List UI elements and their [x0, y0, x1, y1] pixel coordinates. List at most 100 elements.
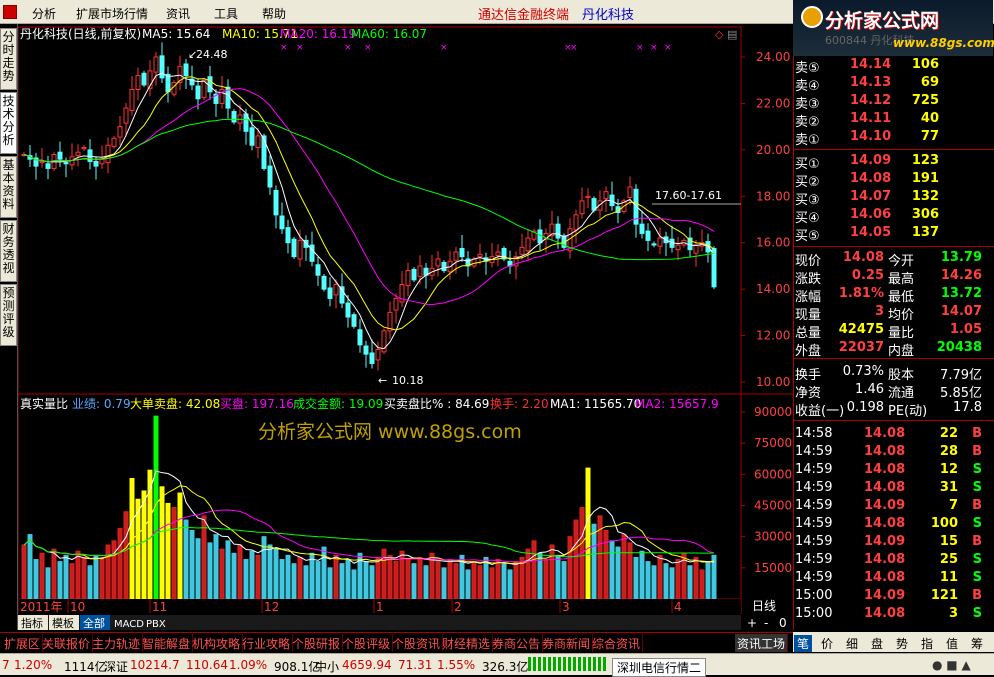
tick-row: 14:59 14.09 15 B — [794, 534, 994, 551]
tick-price: 14.08 — [864, 444, 906, 459]
sell-row-4[interactable]: 卖④ 14.13 69 — [794, 75, 994, 94]
quote-label: 内盘 — [888, 344, 915, 359]
vol-title: 真实量比 — [20, 396, 68, 411]
buy-row-5[interactable]: 买⑤ 14.05 137 — [794, 225, 994, 244]
bottom-tab-1[interactable]: 关联报价 — [40, 634, 94, 652]
menu-item-analysis[interactable]: 分析 — [32, 5, 56, 22]
candle-body — [315, 264, 321, 276]
candle-body — [693, 244, 699, 254]
bottom-tab-9[interactable]: 财经精选 — [440, 634, 494, 652]
fund-value: 0.198 — [846, 400, 884, 415]
bottom-tab-6[interactable]: 个股研报 — [290, 634, 344, 652]
period-label[interactable]: 日线 — [752, 599, 776, 613]
candle-body — [249, 127, 255, 146]
range-annotation: 17.60-17.61 — [655, 189, 722, 202]
tick-side: S — [972, 570, 982, 585]
tab-detail[interactable]: 细 — [846, 635, 858, 652]
tick-time: 15:00 — [795, 588, 833, 603]
fund-label: 股本 — [888, 368, 915, 383]
sell-row-3[interactable]: 卖③ 14.12 725 — [794, 93, 994, 112]
buy-row-2[interactable]: 买② 14.08 191 — [794, 171, 994, 190]
buy-row-1[interactable]: 买① 14.09 123 — [794, 153, 994, 172]
tick-side: S — [972, 462, 982, 477]
volume-bar — [531, 540, 537, 600]
bottom-tab-0[interactable]: 扩展区 — [2, 634, 44, 652]
quote-label: 今开 — [888, 254, 915, 269]
zoom-in-button[interactable]: + — [747, 616, 757, 630]
sub-tab-pbx[interactable]: PBX — [146, 619, 166, 630]
candle-body — [39, 160, 45, 164]
candle-body — [651, 243, 657, 246]
buy-row-4[interactable]: 买④ 14.06 306 — [794, 207, 994, 226]
volume-bar — [81, 556, 87, 600]
close-icon[interactable]: ◇ — [715, 28, 724, 41]
menu-item-help[interactable]: 帮助 — [262, 5, 286, 22]
volume-bar — [93, 554, 99, 600]
kline-chart[interactable]: 24.00 22.00 20.00 18.00 16.00 14.00 12.00 10.00… — [18, 24, 793, 630]
tab-trades[interactable]: 笔 — [794, 635, 813, 652]
volume-bar — [201, 515, 207, 600]
bottom-tab-13[interactable]: 资讯工场 — [735, 634, 789, 652]
volume-bar — [693, 556, 699, 600]
tab-intraday[interactable]: 分时走势 — [0, 28, 17, 90]
tick-price: 14.08 — [864, 606, 906, 621]
signal-marker: × — [440, 43, 448, 53]
tab-financials[interactable]: 财务透视 — [0, 220, 17, 282]
fund-label: 收益(一) — [795, 404, 845, 419]
volume-bar — [345, 559, 351, 600]
price-tick-label: 22.00 — [756, 96, 790, 110]
bottom-tab-11[interactable]: 券商新闻 — [540, 634, 594, 652]
menu-item-news[interactable]: 资讯 — [166, 5, 190, 22]
sell-row-2[interactable]: 卖② 14.11 40 — [794, 111, 994, 130]
bottom-tab-7[interactable]: 个股评级 — [340, 634, 394, 652]
menu-item-tools[interactable]: 工具 — [214, 5, 238, 22]
menu-item-ext-market[interactable]: 扩展市场行情 — [76, 5, 148, 22]
candle-body — [639, 223, 645, 234]
bottom-tab-4[interactable]: 机构攻略 — [190, 634, 244, 652]
ma20-label: MA20: 16.19 — [280, 27, 356, 41]
bottom-tab-10[interactable]: 券商公告 — [490, 634, 544, 652]
sell-row-1[interactable]: 卖① 14.10 77 — [794, 129, 994, 148]
sub-tab-bar: 指标 模板 全部 MACD PBX + - 0 — [18, 615, 787, 630]
sub-tab-macd[interactable]: MACD — [114, 619, 144, 630]
status-server[interactable]: 深圳电信行情二 — [612, 658, 707, 677]
logo-badge-icon — [801, 6, 823, 28]
volume-bar — [375, 556, 381, 600]
sell-volume: 106 — [911, 57, 939, 72]
sell-row-5[interactable]: 卖⑤ 14.14 106 — [794, 57, 994, 76]
volume-bar — [453, 563, 459, 600]
tab-price[interactable]: 价 — [821, 635, 833, 652]
bottom-tab-8[interactable]: 个股资讯 — [390, 634, 444, 652]
price-tick-label: 14.00 — [756, 282, 790, 296]
quote-label: 外盘 — [795, 344, 822, 359]
bottom-tab-12[interactable]: 综合资讯 — [590, 634, 644, 652]
bottom-tab-5[interactable]: 行业攻略 — [240, 634, 294, 652]
bottom-tab-3[interactable]: 智能解盘 — [140, 634, 194, 652]
candle-body — [603, 191, 609, 200]
tab-forecast[interactable]: 预测评级 — [0, 284, 17, 346]
candle-body — [159, 55, 165, 79]
tick-volume: 7 — [948, 498, 958, 513]
reset-button[interactable]: 0 — [779, 616, 787, 630]
status-icons[interactable]: ● ■ ▲ — [932, 658, 971, 672]
tab-fundamentals[interactable]: 基本资料 — [0, 156, 17, 218]
candle-body — [495, 251, 501, 256]
tab-chips[interactable]: 筹 — [971, 635, 983, 652]
tab-market[interactable]: 盘 — [871, 635, 883, 652]
buy-row-3[interactable]: 买③ 14.07 132 — [794, 189, 994, 208]
divider — [794, 246, 994, 247]
menu-icon[interactable]: ▤ — [727, 28, 737, 41]
chart-area[interactable]: 24.00 22.00 20.00 18.00 16.00 14.00 12.00 10.00… — [18, 24, 793, 630]
app-icon[interactable] — [3, 5, 17, 19]
vol-ma2: MA2: 15657.9 — [635, 397, 719, 411]
bottom-tab-bar: 扩展区 关联报价 主力轨迹 智能解盘 机构攻略 行业攻略 个股研报 个股评级 个股资讯 财经精选券… — [0, 632, 793, 652]
signal-marker: × — [570, 43, 578, 53]
bottom-tab-2[interactable]: 主力轨迹 — [90, 634, 144, 652]
tab-value[interactable]: 值 — [946, 635, 958, 652]
vol-perf: 业绩: 0.79 — [72, 397, 131, 411]
tab-technical[interactable]: 技术分析 — [0, 92, 17, 154]
zoom-out-button[interactable]: - — [764, 616, 768, 630]
tab-trend[interactable]: 势 — [896, 635, 908, 652]
tab-index[interactable]: 指 — [921, 635, 933, 652]
volume-bar — [303, 565, 309, 600]
